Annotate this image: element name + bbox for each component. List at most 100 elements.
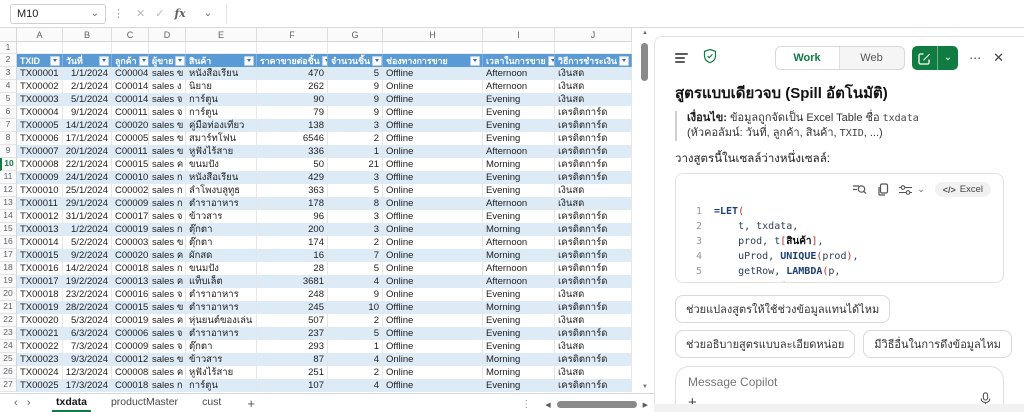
cell[interactable]: 2 bbox=[328, 236, 383, 249]
cell[interactable]: sales ค bbox=[149, 366, 186, 379]
cell[interactable]: สมาร์ทโฟน bbox=[186, 132, 257, 145]
cell[interactable]: sales ก bbox=[149, 379, 186, 392]
cell[interactable]: TX00023 bbox=[17, 353, 63, 366]
formula-enter-icon[interactable]: ✓ bbox=[155, 7, 164, 20]
cell[interactable]: TX00021 bbox=[17, 327, 63, 340]
column-header-C[interactable]: C bbox=[112, 28, 149, 42]
scroll-right-icon[interactable]: ▶ bbox=[643, 401, 648, 409]
cell[interactable]: นิยาย bbox=[186, 80, 257, 93]
cell[interactable]: C00015 bbox=[112, 301, 149, 314]
table-header-cell[interactable]: ราคาขายต่อชิ้น bbox=[257, 54, 328, 67]
cell[interactable]: C00014 bbox=[112, 93, 149, 106]
filter-button[interactable] bbox=[175, 55, 185, 66]
next-sheet-icon[interactable]: › bbox=[27, 397, 31, 409]
cell[interactable]: 6546 bbox=[257, 132, 328, 145]
cell[interactable]: Online bbox=[383, 288, 483, 301]
cell[interactable]: sales ก bbox=[149, 223, 186, 236]
cell[interactable]: C00020 bbox=[112, 119, 149, 132]
cell[interactable]: Afternoon bbox=[483, 197, 555, 210]
cell[interactable] bbox=[383, 42, 483, 54]
name-box[interactable]: M10 ⌄ bbox=[10, 3, 106, 24]
cell[interactable]: 10 bbox=[328, 301, 383, 314]
cell[interactable]: Online bbox=[383, 262, 483, 275]
cell[interactable]: TX00019 bbox=[17, 301, 63, 314]
cell[interactable]: TX00012 bbox=[17, 210, 63, 223]
column-header-A[interactable]: A bbox=[17, 28, 63, 42]
cell[interactable]: 1/2/2024 bbox=[63, 223, 112, 236]
cell[interactable]: หนังสือเรียน bbox=[186, 67, 257, 80]
cell[interactable]: C00013 bbox=[112, 275, 149, 288]
suggestion-chip[interactable]: ช่วยอธิบายสูตรแบบละเอียดหน่อย bbox=[675, 330, 856, 358]
cell[interactable]: TX00015 bbox=[17, 249, 63, 262]
select-all-corner[interactable] bbox=[0, 28, 17, 42]
row-number[interactable]: 17 bbox=[0, 249, 17, 262]
cell[interactable] bbox=[149, 42, 186, 54]
cell[interactable]: เงินสด bbox=[555, 197, 632, 210]
cell[interactable]: TX00018 bbox=[17, 288, 63, 301]
vertical-scrollbar[interactable]: ▲ ▼ bbox=[639, 30, 651, 390]
cell[interactable]: C00018 bbox=[112, 262, 149, 275]
cell[interactable]: เงินสด bbox=[555, 67, 632, 80]
cell[interactable]: 9 bbox=[328, 80, 383, 93]
cell[interactable]: TX00011 bbox=[17, 197, 63, 210]
scroll-up-icon[interactable]: ▲ bbox=[639, 30, 651, 36]
cell[interactable]: C00015 bbox=[112, 158, 149, 171]
cell[interactable]: sales ข bbox=[149, 353, 186, 366]
table-header-cell[interactable]: วิธีการชำระเงิน bbox=[555, 54, 632, 67]
cell[interactable]: sales ข bbox=[149, 236, 186, 249]
cell[interactable]: Offline bbox=[383, 301, 483, 314]
row-number[interactable]: 8 bbox=[0, 132, 17, 145]
cell[interactable] bbox=[483, 42, 555, 54]
cell[interactable]: เครดิตการ์ด bbox=[555, 158, 632, 171]
column-header-H[interactable]: H bbox=[383, 28, 483, 42]
row-number[interactable]: 24 bbox=[0, 340, 17, 353]
table-header-cell[interactable]: จำนวนชิ้น bbox=[328, 54, 383, 67]
column-header-D[interactable]: D bbox=[149, 28, 186, 42]
cell[interactable]: TX00008 bbox=[17, 158, 63, 171]
cell[interactable]: 29/1/2024 bbox=[63, 197, 112, 210]
cell[interactable]: sales ค bbox=[149, 249, 186, 262]
cell[interactable]: C00017 bbox=[112, 210, 149, 223]
cell[interactable]: Evening bbox=[483, 119, 555, 132]
cell[interactable]: 200 bbox=[257, 223, 328, 236]
cell[interactable]: 79 bbox=[257, 106, 328, 119]
cell[interactable]: Online bbox=[383, 197, 483, 210]
cell[interactable]: ตุ๊กตา bbox=[186, 223, 257, 236]
cell[interactable]: Afternoon bbox=[483, 275, 555, 288]
cell[interactable]: TX00001 bbox=[17, 67, 63, 80]
cell[interactable]: Online bbox=[383, 366, 483, 379]
table-header-cell[interactable]: ผู้ขาย bbox=[149, 54, 186, 67]
cell[interactable]: Offline bbox=[383, 210, 483, 223]
cell[interactable]: 2 bbox=[328, 366, 383, 379]
cell[interactable]: เครดิตการ์ด bbox=[555, 132, 632, 145]
cell[interactable]: C00010 bbox=[112, 171, 149, 184]
cell[interactable]: 2/1/2024 bbox=[63, 80, 112, 93]
new-chat-dropdown-icon[interactable]: ⌄ bbox=[938, 46, 958, 70]
cell[interactable]: 21 bbox=[328, 158, 383, 171]
cell[interactable]: C00006 bbox=[112, 327, 149, 340]
cell[interactable]: 107 bbox=[257, 379, 328, 392]
cell[interactable]: sales จ bbox=[149, 93, 186, 106]
cell[interactable]: sales ข bbox=[149, 145, 186, 158]
cell[interactable]: ตุ๊กตา bbox=[186, 340, 257, 353]
cell[interactable]: 31/1/2024 bbox=[63, 210, 112, 223]
cell[interactable]: 5 bbox=[328, 262, 383, 275]
cell[interactable]: หุ่นยนต์ของเล่น bbox=[186, 314, 257, 327]
cell[interactable]: Evening bbox=[483, 210, 555, 223]
cell[interactable]: C00012 bbox=[112, 353, 149, 366]
cell[interactable]: Evening bbox=[483, 379, 555, 392]
cell[interactable]: เครดิตการ์ด bbox=[555, 327, 632, 340]
row-number[interactable]: 23 bbox=[0, 327, 17, 340]
cell[interactable]: 8 bbox=[328, 197, 383, 210]
cell[interactable]: 178 bbox=[257, 197, 328, 210]
cell[interactable]: เครดิตการ์ด bbox=[555, 379, 632, 392]
cell[interactable]: sales จ bbox=[149, 340, 186, 353]
table-header-cell[interactable]: วันที่ bbox=[63, 54, 112, 67]
cell[interactable]: 19/2/2024 bbox=[63, 275, 112, 288]
cell[interactable]: 9/3/2024 bbox=[63, 353, 112, 366]
cell[interactable]: Online bbox=[383, 145, 483, 158]
cell[interactable]: TX00017 bbox=[17, 275, 63, 288]
cell[interactable] bbox=[555, 42, 632, 54]
cell[interactable]: เครดิตการ์ด bbox=[555, 249, 632, 262]
cell[interactable]: 4 bbox=[328, 379, 383, 392]
